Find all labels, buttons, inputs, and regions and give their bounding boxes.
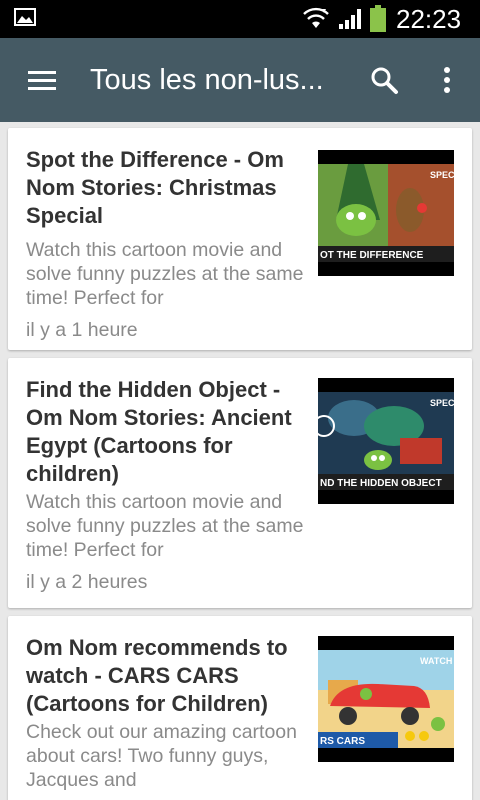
search-icon	[371, 67, 398, 94]
search-button[interactable]	[366, 62, 402, 98]
thumbnail-tag: SPEC	[430, 170, 454, 180]
article-thumbnail: OT THE DIFFERENCE SPEC	[318, 150, 454, 276]
article-thumbnail: ND THE HIDDEN OBJECT SPEC	[318, 378, 454, 504]
app-bar: Tous les non-lus...	[0, 38, 480, 122]
article-description: Watch this cartoon movie and solve funny…	[26, 491, 304, 561]
thumbnail-tag: WATCH	[420, 656, 452, 666]
thumbnail-caption: ND THE HIDDEN OBJECT	[320, 478, 442, 489]
article-card[interactable]: Om Nom recommends to watch - CARS CARS (…	[8, 616, 472, 800]
article-title: Om Nom recommends to watch - CARS CARS (…	[26, 635, 288, 716]
more-vert-icon	[444, 67, 450, 93]
gallery-icon	[14, 8, 36, 26]
thumbnail-tag: SPEC	[430, 398, 454, 408]
article-time: il y a 1 heure	[26, 319, 138, 341]
article-title: Spot the Difference - Om Nom Stories: Ch…	[26, 147, 284, 228]
article-card[interactable]: Spot the Difference - Om Nom Stories: Ch…	[8, 128, 472, 350]
article-title: Find the Hidden Object - Om Nom Stories:…	[26, 377, 292, 486]
article-thumbnail: RS CARS WATCH	[318, 636, 454, 762]
status-bar: 22:23	[0, 0, 480, 38]
article-card[interactable]: Find the Hidden Object - Om Nom Stories:…	[8, 358, 472, 608]
signal-icon	[339, 9, 361, 29]
more-options-button[interactable]	[432, 62, 462, 98]
thumbnail-caption: OT THE DIFFERENCE	[320, 250, 424, 261]
page-title: Tous les non-lus...	[90, 64, 324, 96]
status-clock: 22:23	[396, 4, 462, 34]
menu-icon	[28, 71, 56, 90]
thumbnail-caption: RS CARS	[320, 736, 365, 747]
article-feed: Spot the Difference - Om Nom Stories: Ch…	[0, 122, 480, 800]
menu-button[interactable]	[20, 62, 60, 98]
battery-icon	[370, 5, 386, 32]
wifi-icon	[303, 7, 329, 28]
article-description: Check out our amazing cartoon about cars…	[26, 721, 297, 791]
article-time: il y a 2 heures	[26, 571, 148, 593]
article-description: Watch this cartoon movie and solve funny…	[26, 239, 304, 309]
